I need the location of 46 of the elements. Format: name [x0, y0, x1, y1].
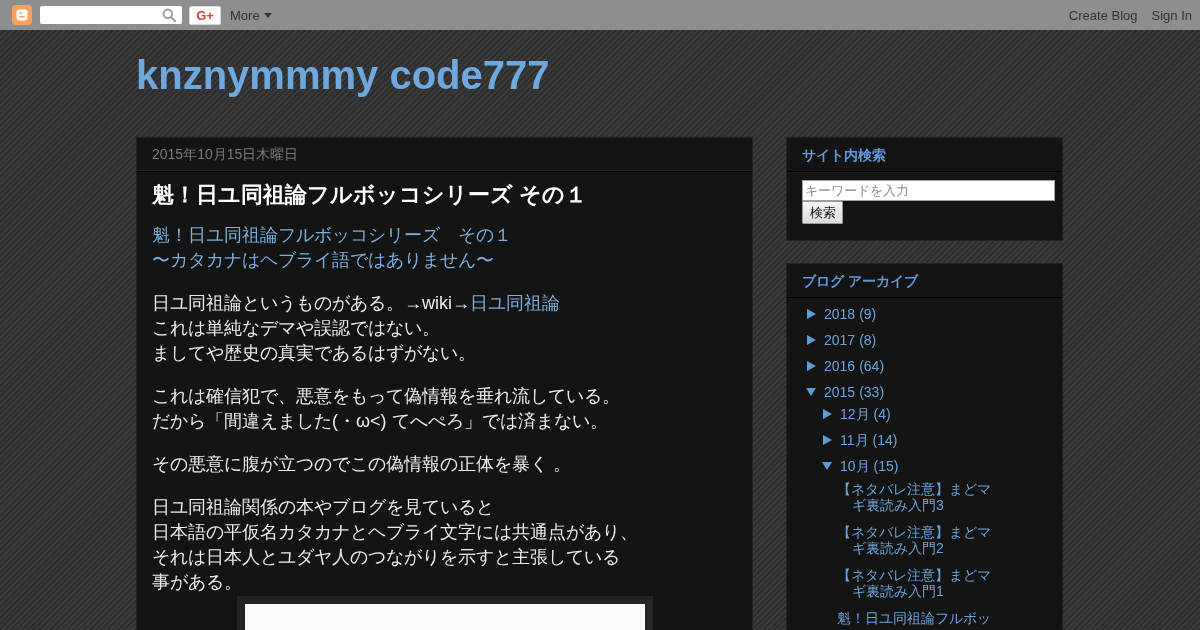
keyword-input-field[interactable]: キーワードを入力 — [802, 180, 1055, 201]
archive-year-link[interactable]: 2018 — [824, 305, 856, 323]
archive-month-link[interactable]: 12月 — [840, 405, 870, 423]
post-paragraph: これは確信犯で、悪意をもって偽情報を垂れ流している。 だから「間違えました(・ω<) てへぺろ」では済まない。 — [152, 385, 621, 433]
post-count: (33) — [859, 383, 885, 401]
archive-year-link[interactable]: 2015 — [824, 383, 856, 401]
archive-post-link[interactable]: 魁！日ユ同祖論フルボッ — [837, 610, 997, 626]
post-paragraph: その悪意に腹が立つのでこの偽情報の正体を暴く 。 — [152, 453, 572, 476]
caret-icon — [263, 12, 272, 18]
triangle-icon[interactable] — [806, 309, 816, 319]
post-subtitle: 魁！日ユ同祖論フルボッコシリーズ その１ 〜カタカナはヘブライ語ではありません〜 — [152, 224, 513, 272]
archive-month-link[interactable]: 10月 — [840, 457, 870, 475]
search-field[interactable] — [40, 6, 182, 24]
archive-post-link[interactable]: 【ネタバレ注意】まどマギ裏読み入門1 — [837, 567, 997, 599]
post-paragraph: 日ユ同祖論というものがある。→wiki→日ユ同祖論 これは単純なデマや誤認ではない。 ましてや歴史の真実であるはずがない。 — [152, 292, 561, 365]
triangle-icon[interactable] — [806, 335, 816, 345]
widget-title: サイト内検索 — [787, 138, 1062, 172]
search-button[interactable]: 検索 — [802, 201, 843, 224]
sign-in-link[interactable]: Sign In — [1151, 7, 1192, 23]
create-blog-link[interactable]: Create Blog — [1068, 7, 1138, 23]
post-count: (8) — [859, 331, 877, 349]
more-menu-button[interactable]: More — [230, 7, 272, 23]
share-button[interactable]: G+ — [189, 5, 221, 25]
archive-post-link[interactable]: 【ネタバレ注意】まどマギ裏読み入門2 — [837, 524, 997, 556]
post-paragraph: 日ユ同祖論関係の本やブログを見ていると 日本語の平仮名カタカナとヘブライ文字には共通点があり、 それは日本人とユダヤ人のつながりを示すと主張している 事がある。 — [152, 496, 639, 594]
post-title: 魁！日ユ同祖論フルボッコシリーズ その１ — [152, 181, 589, 209]
wiki-link[interactable]: 日ユ同祖論 — [470, 293, 560, 313]
post-count: (14) — [872, 431, 898, 449]
date-header: 2015年10月15日木曜日 — [136, 137, 753, 171]
logo-icon[interactable] — [12, 5, 32, 25]
triangle-icon[interactable] — [822, 409, 832, 419]
archive-post-link[interactable]: 【ネタバレ注意】まどマギ裏読み入門3 — [837, 481, 997, 513]
triangle-icon[interactable] — [822, 461, 832, 471]
post-count: (15) — [873, 457, 899, 475]
triangle-icon[interactable] — [822, 435, 832, 445]
search-icon[interactable] — [162, 8, 176, 22]
blog-title[interactable]: knznymmmy code777 — [136, 51, 550, 99]
post-count: (9) — [859, 305, 877, 323]
widget-title: ブログ アーカイブ — [787, 264, 1062, 298]
triangle-icon[interactable] — [806, 387, 816, 397]
archive-month-link[interactable]: 11月 — [840, 431, 869, 449]
archive-year-link[interactable]: 2017 — [824, 331, 856, 349]
post-count: (64) — [859, 357, 885, 375]
post-count: (4) — [873, 405, 891, 423]
triangle-icon[interactable] — [806, 361, 816, 371]
archive-year-link[interactable]: 2016 — [824, 357, 856, 375]
